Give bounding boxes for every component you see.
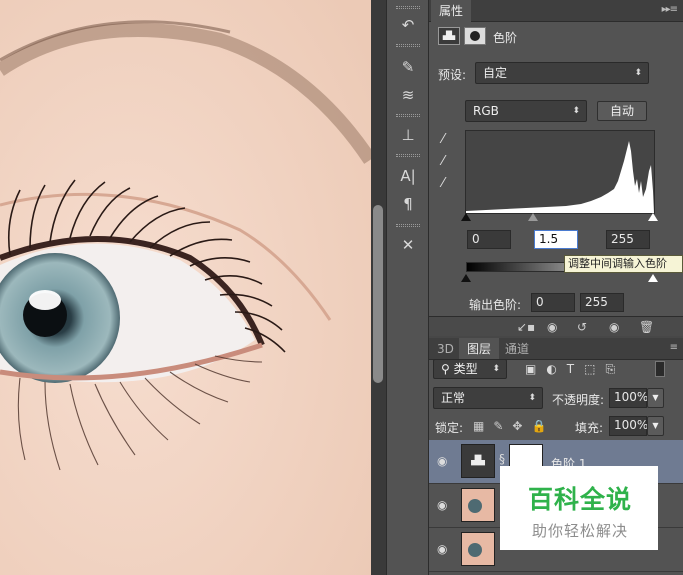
dock-grip[interactable] — [396, 224, 420, 227]
properties-footer: ↙▪ ◉ ↺ ◉ 🗑 — [429, 316, 683, 336]
dock-grip[interactable] — [396, 154, 420, 157]
output-black-slider[interactable] — [461, 274, 471, 282]
output-white-field[interactable]: 255 — [580, 293, 624, 312]
opacity-label: 不透明度: — [552, 393, 605, 407]
input-gamma-slider[interactable] — [528, 213, 538, 221]
visibility-eye-icon[interactable]: ◉ — [437, 542, 447, 556]
clip-to-layer-icon[interactable]: ↙▪ — [517, 317, 535, 337]
tool-brush-presets-icon[interactable]: ✎ — [394, 56, 422, 78]
watermark: 百科全说 助你轻松解决 — [500, 466, 658, 550]
levels-adjustment-icon: ▟▙ — [438, 27, 460, 45]
select-arrows-icon: ⬍ — [634, 68, 642, 78]
fill-dropdown-icon[interactable]: ▼ — [647, 416, 664, 436]
layer-mask-icon[interactable] — [464, 27, 486, 45]
properties-tabbar: 属性 ▸▸≡ — [429, 0, 683, 22]
layer-thumbnail — [461, 488, 495, 522]
dock-grip[interactable] — [396, 114, 420, 117]
opacity-field[interactable]: 100% — [609, 388, 648, 408]
select-arrows-icon: ⬍ — [492, 364, 500, 374]
tool-paragraph-icon[interactable]: ¶ — [394, 193, 422, 215]
eye-photo — [0, 0, 371, 575]
white-point-eyedropper-icon[interactable]: ⁄ — [442, 176, 444, 191]
adjustment-title: 色阶 — [493, 31, 518, 45]
input-white-field[interactable]: 255 — [606, 230, 650, 249]
tool-brush-icon[interactable]: ≋ — [394, 84, 422, 106]
tool-settings-icon[interactable]: ✕ — [394, 234, 422, 256]
fill-label: 填充: — [575, 421, 604, 435]
histogram — [465, 130, 655, 214]
watermark-title: 百科全说 — [527, 485, 632, 514]
lock-icons[interactable]: ▦✎✥🔒 — [473, 419, 555, 433]
lock-label: 锁定: — [435, 421, 464, 435]
search-icon: ⚲ — [441, 362, 454, 376]
select-arrows-icon: ⬍ — [572, 106, 580, 116]
layer-filter-select[interactable]: ⚲ 类型 ⬍ — [433, 359, 507, 379]
preset-select[interactable]: 自定 ⬍ — [475, 62, 649, 84]
gray-point-eyedropper-icon[interactable]: ⁄ — [442, 154, 444, 169]
levels-layer-icon: ▟▙ — [461, 444, 495, 478]
visibility-eye-icon[interactable]: ◉ — [437, 454, 447, 468]
view-previous-icon[interactable]: ◉ — [547, 317, 557, 337]
dock-grip[interactable] — [396, 44, 420, 47]
input-white-slider[interactable] — [648, 213, 658, 221]
reset-icon[interactable]: ↺ — [577, 317, 587, 337]
visibility-eye-icon[interactable]: ◉ — [437, 498, 447, 512]
properties-panel: 属性 ▸▸≡ ▟▙ 色阶 预设: 自定 ⬍ RGB ⬍ 自动 ⁄ ⁄ ⁄ 0 1… — [429, 0, 683, 336]
tab-layers[interactable]: 图层 — [459, 338, 500, 360]
histogram-graph — [466, 141, 654, 213]
channel-value: RGB — [473, 104, 499, 118]
chain-link-icon[interactable]: § — [499, 452, 505, 466]
tab-3d[interactable]: 3D — [429, 338, 462, 360]
output-black-field[interactable]: 0 — [531, 293, 575, 312]
visibility-icon[interactable]: ◉ — [609, 317, 619, 337]
channel-select[interactable]: RGB ⬍ — [465, 100, 587, 122]
tab-channels[interactable]: 通道 — [497, 338, 537, 360]
auto-button[interactable]: 自动 — [597, 101, 647, 121]
output-levels-label: 输出色阶: — [469, 298, 522, 312]
dock-grip[interactable] — [396, 6, 420, 9]
gamma-tooltip: 调整中间调输入色阶 — [564, 255, 683, 273]
image-canvas[interactable] — [0, 0, 371, 575]
input-gamma-field[interactable]: 1.5 — [534, 230, 578, 249]
panel-dock-strip: ↶ ✎ ≋ ⊥ A| ¶ ✕ — [386, 0, 429, 575]
select-arrows-icon: ⬍ — [528, 393, 536, 403]
output-white-slider[interactable] — [648, 274, 658, 282]
watermark-subtitle: 助你轻松解决 — [531, 522, 628, 540]
panel-menu-icon[interactable]: ▸▸≡ — [662, 4, 678, 15]
filter-icons[interactable]: ▣◐T⬚⎘ — [525, 362, 625, 377]
filter-toggle[interactable] — [655, 361, 665, 377]
input-black-slider[interactable] — [461, 213, 471, 221]
fill-field[interactable]: 100% — [609, 416, 648, 436]
layer-thumbnail — [461, 532, 495, 566]
panel-menu-icon[interactable]: ≡ — [670, 342, 678, 353]
preset-value: 自定 — [483, 66, 508, 80]
tab-properties[interactable]: 属性 — [431, 0, 472, 22]
tool-clone-icon[interactable]: ⊥ — [394, 124, 422, 146]
opacity-dropdown-icon[interactable]: ▼ — [647, 388, 664, 408]
preset-label: 预设: — [438, 68, 467, 82]
tool-character-icon[interactable]: A| — [394, 165, 422, 187]
filter-kind-value: 类型 — [453, 362, 478, 376]
delete-adjustment-icon[interactable]: 🗑 — [639, 317, 654, 337]
blend-mode-select[interactable]: 正常 ⬍ — [433, 387, 543, 409]
input-black-field[interactable]: 0 — [467, 230, 511, 249]
scrollbar-thumb[interactable] — [373, 205, 383, 383]
black-point-eyedropper-icon[interactable]: ⁄ — [442, 132, 444, 147]
layers-tabbar: 3D 图层 通道 ≡ — [429, 338, 683, 360]
tool-history-icon[interactable]: ↶ — [394, 14, 422, 36]
blend-mode-value: 正常 — [441, 391, 466, 405]
